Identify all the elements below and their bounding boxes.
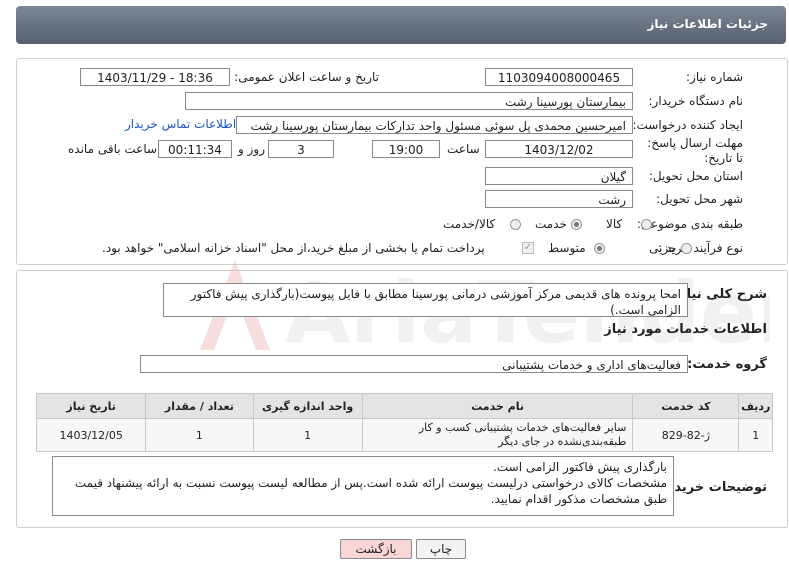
cell-quantity: 1 bbox=[145, 418, 254, 452]
province-field: گیلان bbox=[485, 167, 633, 185]
buyer-notes-textarea: بارگذاری پیش فاکتور الزامی است. مشخصات ک… bbox=[52, 456, 674, 516]
services-table: ردیف کد خدمت نام خدمت واحد اندازه گیری ت… bbox=[35, 393, 773, 452]
cell-unit: 1 bbox=[252, 418, 363, 452]
table-header-row: ردیف کد خدمت نام خدمت واحد اندازه گیری ت… bbox=[35, 393, 773, 419]
service-group-label: گروه خدمت: bbox=[687, 357, 767, 372]
cell-service-code: ژ-82-829 bbox=[632, 418, 740, 452]
need-number-label: شماره نیاز: bbox=[686, 70, 743, 84]
col-quantity: تعداد / مقدار bbox=[145, 393, 254, 419]
province-label: استان محل تحویل: bbox=[648, 169, 743, 183]
service-group-field: فعالیت‌های اداری و خدمات پشتیبانی bbox=[140, 355, 688, 373]
deadline-label: مهلت ارسال پاسخ: تا تاریخ: bbox=[647, 136, 743, 165]
category-label: طبقه بندی موضوعی: bbox=[636, 217, 743, 231]
cell-row-number: 1 bbox=[738, 418, 773, 452]
city-label: شهر محل تحویل: bbox=[656, 192, 743, 206]
category-radio-goods[interactable] bbox=[641, 219, 652, 230]
remaining-time-field: 00:11:34 bbox=[158, 140, 232, 158]
buyer-notes-line-2: مشخصات کالای درخواستی درلیست پیوست ارائه… bbox=[74, 476, 667, 506]
summary-textarea: امحا پرونده های قدیمی مرکز آموزشی درمانی… bbox=[163, 283, 688, 317]
category-option-goods: کالا bbox=[606, 217, 623, 231]
days-label: روز و bbox=[238, 142, 265, 156]
buyer-label: نام دستگاه خریدار: bbox=[648, 94, 744, 108]
buyer-contact-link[interactable]: اطلاعات تماس خریدار bbox=[125, 117, 236, 131]
page-title: جزئیات اطلاعات نیاز bbox=[647, 17, 768, 31]
table-row[interactable]: 1 ژ-82-829 سایر فعالیت‌های خدمات پشتیبان… bbox=[35, 418, 773, 452]
deadline-time-label: ساعت bbox=[447, 142, 480, 156]
cell-service-name: سایر فعالیت‌های خدمات پشتیبانی کسب و کار… bbox=[361, 418, 634, 452]
creator-field: امیرحسین محمدی پل سوئی مسئول واحد تدارکا… bbox=[236, 116, 633, 134]
remaining-label: ساعت باقی مانده bbox=[68, 142, 158, 156]
category-option-service: خدمت bbox=[535, 217, 567, 231]
deadline-time-field: 19:00 bbox=[372, 140, 440, 158]
col-service-code: کد خدمت bbox=[632, 393, 740, 419]
col-need-date: تاریخ نیاز bbox=[35, 393, 147, 419]
city-field: رشت bbox=[485, 190, 633, 208]
category-radio-goods-service[interactable] bbox=[510, 219, 521, 230]
services-section-title: اطلاعات خدمات مورد نیاز bbox=[604, 322, 767, 337]
col-row-number: ردیف bbox=[738, 393, 773, 419]
announce-datetime-field: 1403/11/29 - 18:36 bbox=[80, 68, 230, 86]
creator-label: ایجاد کننده درخواست: bbox=[632, 118, 743, 132]
cell-need-date: 1403/12/05 bbox=[35, 418, 147, 452]
deadline-date-field: 1403/12/02 bbox=[485, 140, 633, 158]
print-button[interactable]: چاپ bbox=[416, 539, 466, 559]
col-unit: واحد اندازه گیری bbox=[252, 393, 363, 419]
announce-label: تاریخ و ساعت اعلان عمومی: bbox=[234, 70, 379, 84]
back-button[interactable]: بازگشت bbox=[340, 539, 412, 559]
col-service-name: نام خدمت bbox=[361, 393, 634, 419]
category-radio-service[interactable] bbox=[571, 219, 582, 230]
buyer-notes-line-1: بارگذاری پیش فاکتور الزامی است. bbox=[493, 460, 667, 474]
page-header: جزئیات اطلاعات نیاز bbox=[16, 6, 786, 44]
category-option-goods-service: کالا/خدمت bbox=[443, 217, 496, 231]
need-number-field: 1103094008000465 bbox=[485, 68, 633, 86]
buyer-field: بیمارستان پورسینا رشت bbox=[185, 92, 633, 110]
days-field: 3 bbox=[268, 140, 334, 158]
